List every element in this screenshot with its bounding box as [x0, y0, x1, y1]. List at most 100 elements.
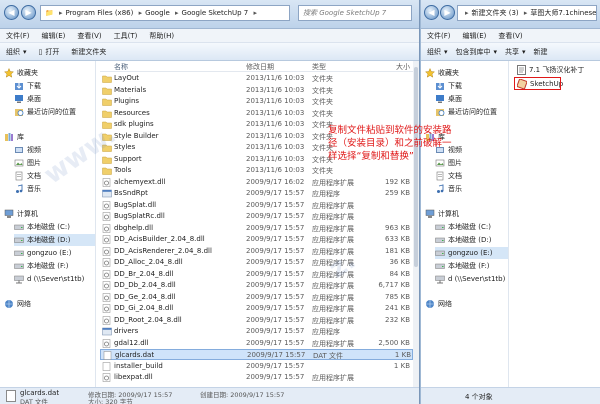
breadcrumb-item[interactable]: 草图大师7.1chinese [530, 9, 596, 17]
table-row[interactable]: DD_Db_2.04_8.dll 2009/9/17 15:57 应用程序扩展 6,7… [100, 280, 413, 291]
back-button[interactable]: ◀ [424, 5, 439, 20]
forward-button[interactable]: ▶ [21, 5, 36, 20]
file-name: libexpat.dll [114, 373, 153, 381]
organize-button[interactable]: 组织 ▾ [6, 47, 27, 57]
nav-item[interactable]: 本地磁盘 (C:) [14, 221, 95, 233]
table-row[interactable]: Materials 2013/11/6 10:03 文件夹 [100, 85, 413, 96]
column-name[interactable]: 名称 [114, 62, 244, 72]
new-button[interactable]: 新建 [534, 47, 548, 57]
menu-item[interactable]: 查看(V) [77, 31, 101, 41]
menu-item[interactable]: 工具(T) [114, 31, 138, 41]
nav-item[interactable]: d (\\Sever\st1tb) [14, 273, 95, 285]
nav-item[interactable]: 音乐 [435, 183, 508, 195]
network-icon [5, 300, 13, 308]
file-name: BugSplat.dll [114, 200, 157, 209]
nav-item[interactable]: gongzuo (E:) [435, 247, 508, 259]
breadcrumb-item[interactable]: Program Files (x86) [65, 9, 133, 17]
table-row[interactable]: Plugins 2013/11/6 10:03 文件夹 [100, 96, 413, 107]
menu-item[interactable]: 编辑(E) [42, 31, 66, 41]
open-button[interactable]: ▯ 打开 [39, 47, 60, 57]
nav-item[interactable]: 最近访问的位置 [435, 106, 508, 118]
table-row[interactable]: LayOut 2013/11/6 10:03 文件夹 [100, 73, 413, 84]
library-icon [5, 133, 13, 141]
file-name: Tools [114, 166, 132, 174]
organize-button[interactable]: 组织 ▾ [427, 47, 448, 57]
table-row[interactable]: DD_Alloc_2.04_8.dll 2009/9/17 15:57 应用程序扩展… [100, 257, 413, 268]
share-button[interactable]: 共享 ▾ [505, 47, 526, 57]
table-row[interactable]: Resources 2013/11/6 10:03 文件夹 [100, 108, 413, 119]
application-icon [102, 189, 112, 198]
table-row[interactable]: gdal12.dll 2009/9/17 15:57 应用程序扩展 2,500 KB [100, 338, 413, 349]
nav-item[interactable]: 下载 [14, 80, 95, 92]
nav-item[interactable]: 最近访问的位置 [14, 106, 95, 118]
nav-item[interactable]: gongzuo (E:) [14, 247, 95, 259]
nav-item[interactable]: 网络 [425, 298, 508, 310]
file-size: 1 KB [393, 361, 410, 370]
nav-item[interactable]: d (\\Sever\st1tb) [435, 273, 508, 285]
table-row[interactable]: alchemyext.dll 2009/9/17 16:02 应用程序扩展 192 K… [100, 177, 413, 188]
table-row[interactable]: DD_Br_2.04_8.dll 2009/9/17 15:57 应用程序扩展 84 … [100, 269, 413, 280]
table-row[interactable]: DD_Ge_2.04_8.dll 2009/9/17 15:57 应用程序扩展 785… [100, 292, 413, 303]
nav-item[interactable]: 本地磁盘 (C:) [435, 221, 508, 233]
nav-item[interactable]: 收藏夹 [4, 67, 95, 79]
nav-item[interactable]: 网络 [4, 298, 95, 310]
breadcrumb-item[interactable]: 新建文件夹 (3) [472, 9, 519, 17]
back-button[interactable]: ◀ [4, 5, 19, 20]
table-row[interactable]: BugSplatRc.dll 2009/9/17 15:57 应用程序扩展 [100, 211, 413, 222]
file-date: 2009/9/17 16:02 [246, 177, 305, 186]
column-size[interactable]: 大小 [368, 62, 410, 72]
file-name: Styles [114, 143, 136, 151]
address-input[interactable]: ▸ 新建文件夹 (3) ▸ 草图大师7.1chinese [457, 5, 597, 21]
nav-item[interactable]: 计算机 [4, 208, 95, 220]
new-folder-button[interactable]: 新建文件夹 [71, 47, 106, 57]
table-row[interactable]: drivers 2009/9/17 15:57 应用程序 [100, 326, 413, 337]
nav-item[interactable]: 库 [4, 131, 95, 143]
table-row[interactable]: libexpat.dll 2009/9/17 15:57 应用程序扩展 [100, 372, 413, 383]
nav-item[interactable]: 下载 [435, 80, 508, 92]
menu-item[interactable]: 文件(F) [427, 31, 451, 41]
nav-item[interactable]: 视频 [14, 144, 95, 156]
list-item[interactable]: 7.1 飞扬汉化补丁 [517, 64, 584, 76]
menu-item[interactable]: 查看(V) [498, 31, 522, 41]
nav-item[interactable]: 本地磁盘 (D:) [14, 234, 95, 246]
scrollbar-thumb[interactable] [414, 67, 418, 267]
forward-button[interactable]: ▶ [440, 5, 455, 20]
column-date[interactable]: 修改日期 [246, 62, 316, 72]
nav-item[interactable]: 本地磁盘 (D:) [435, 234, 508, 246]
table-row[interactable]: dbghelp.dll 2009/9/17 15:57 应用程序扩展 963 KB [100, 223, 413, 234]
table-row[interactable]: DD_AcisBuilder_2.04_8.dll 2009/9/17 15:57… [100, 234, 413, 245]
table-row[interactable]: installer_build 2009/9/17 15:57 1 KB [100, 361, 413, 372]
nav-item[interactable]: 音乐 [14, 183, 95, 195]
menu-item[interactable]: 编辑(E) [463, 31, 487, 41]
table-row[interactable]: DD_Gi_2.04_8.dll 2009/9/17 15:57 应用程序扩展 241… [100, 303, 413, 314]
navigation-pane: 收藏夹 下载 桌面 最近访问的位置库视频 图片 文档 音乐 计算机 本地磁盘 (C:) 本地磁盘 … [0, 61, 96, 387]
nav-item[interactable]: 计算机 [425, 208, 508, 220]
column-type[interactable]: 类型 [312, 62, 372, 72]
address-input[interactable]: 📁 ▸ Program Files (x86) ▸ Google ▸ Google S… [40, 5, 290, 21]
nav-item[interactable]: 桌面 [14, 93, 95, 105]
nav-item[interactable]: 文档 [435, 170, 508, 182]
include-in-library-button[interactable]: 包含到库中 ▾ [456, 47, 498, 57]
nav-item[interactable]: 本地磁盘 (F:) [435, 260, 508, 272]
table-row[interactable]: Tools 2013/11/6 10:03 文件夹 [100, 165, 413, 176]
breadcrumb-item[interactable]: Google [145, 9, 170, 17]
nav-item[interactable]: 本地磁盘 (F:) [14, 260, 95, 272]
file-type: 应用程序扩展 [312, 224, 354, 233]
nav-item[interactable]: 文档 [14, 170, 95, 182]
breadcrumb-item[interactable]: Google SketchUp 7 [182, 9, 249, 17]
dll-file-icon [102, 269, 111, 279]
nav-item[interactable]: 图片 [14, 157, 95, 169]
table-row[interactable]: glcards.dat 2009/9/17 15:57 DAT 文件 1 KB [100, 349, 413, 360]
file-size: 1 KB [394, 351, 411, 359]
table-row[interactable]: BsSndRpt 2009/9/17 15:57 应用程序 259 KB [100, 188, 413, 199]
vertical-scrollbar[interactable] [413, 61, 419, 387]
menu-item[interactable]: 帮助(H) [149, 31, 174, 41]
network-icon [426, 300, 434, 308]
table-row[interactable]: DD_Root_2.04_8.dll 2009/9/17 15:57 应用程序扩展 2… [100, 315, 413, 326]
nav-item[interactable]: 桌面 [435, 93, 508, 105]
nav-item[interactable]: 收藏夹 [425, 67, 508, 79]
menu-item[interactable]: 文件(F) [6, 31, 30, 41]
search-input[interactable]: 搜索 Google SketchUp 7 [298, 5, 412, 21]
table-row[interactable]: DD_AcisRenderer_2.04_8.dll 2009/9/17 15:5… [100, 246, 413, 257]
table-row[interactable]: BugSplat.dll 2009/9/17 15:57 应用程序扩展 [100, 200, 413, 211]
